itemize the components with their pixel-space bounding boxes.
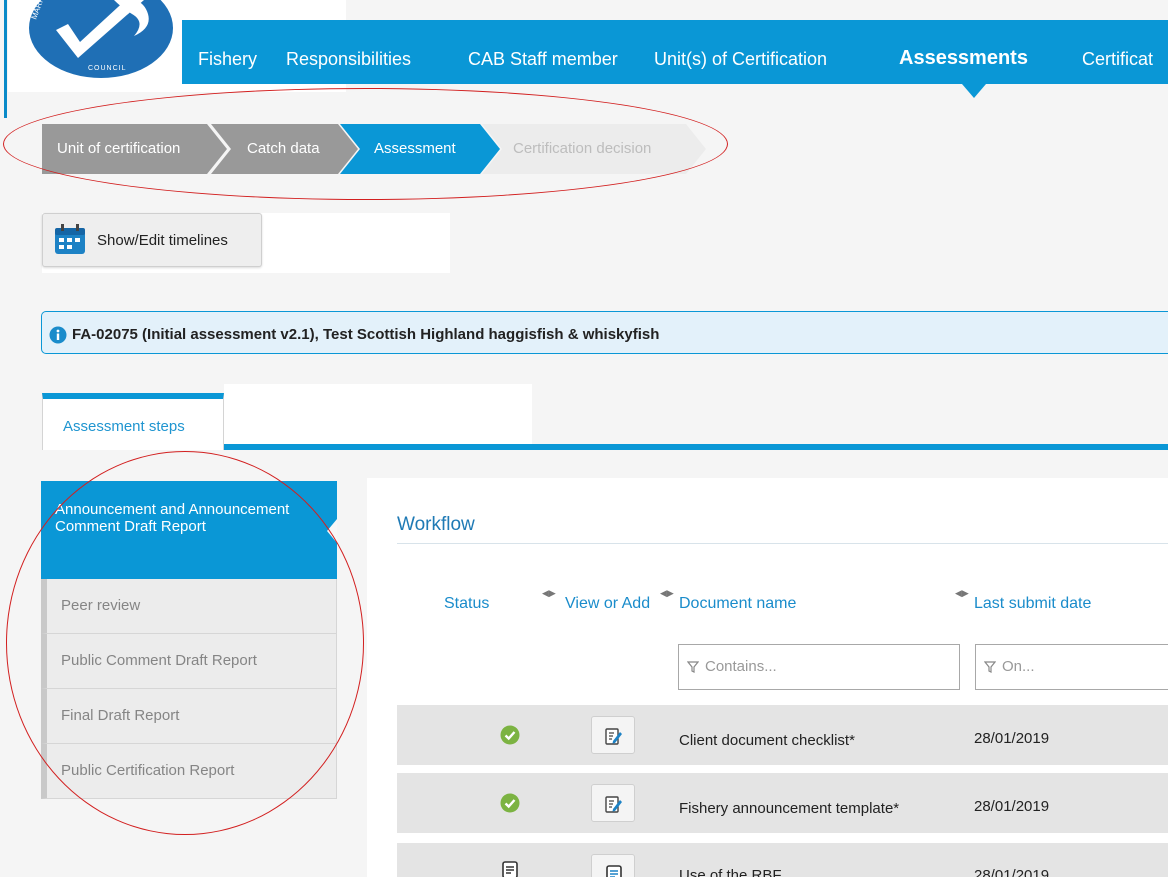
side-item-public-comment-draft-report[interactable]: Public Comment Draft Report — [41, 634, 337, 689]
column-header-status[interactable]: Status — [444, 595, 489, 613]
filter-icon — [686, 660, 700, 678]
nav-item-responsibilities[interactable]: Responsibilities — [286, 49, 411, 70]
calendar-icon — [53, 222, 87, 261]
submit-date-filter-input[interactable] — [1002, 658, 1168, 675]
workflow-divider — [397, 543, 1168, 544]
view-document-button[interactable] — [591, 854, 635, 877]
nav-item-assessments[interactable]: Assessments — [899, 47, 1028, 70]
document-icon — [606, 865, 622, 877]
timeline-card: Show/Edit timelines — [42, 213, 450, 273]
submit-date-filter[interactable] — [975, 644, 1168, 690]
active-nav-caret — [962, 84, 986, 98]
column-resize-icon[interactable]: ◀▶ — [955, 588, 969, 599]
assessment-steps-menu: Announcement and Announcement Comment Dr… — [41, 481, 337, 799]
column-header-view-or-add[interactable]: View or Add — [565, 595, 650, 613]
info-icon — [49, 326, 67, 349]
document-name: Use of the RBF — [679, 867, 782, 877]
nav-item-cab-staff-member[interactable]: CAB Staff member — [468, 49, 618, 70]
step-assessment[interactable]: Assessment — [340, 124, 500, 174]
column-resize-icon[interactable]: ◀▶ — [542, 588, 556, 599]
tabs-strip — [224, 384, 532, 444]
tab-assessment-steps[interactable]: Assessment steps — [42, 393, 224, 450]
document-name-filter[interactable] — [678, 644, 960, 690]
side-item-final-draft-report[interactable]: Final Draft Report — [41, 689, 337, 744]
submit-date: 28/01/2019 — [974, 798, 1050, 815]
show-edit-timelines-button[interactable]: Show/Edit timelines — [42, 213, 262, 267]
submit-date: 28/01/2019 — [974, 867, 1050, 877]
filter-icon — [983, 660, 997, 678]
document-name: Fishery announcement template* — [679, 800, 900, 817]
step-certification-decision[interactable]: Certification decision — [482, 124, 706, 174]
main-nav: Fishery Responsibilities CAB Staff membe… — [182, 20, 1168, 84]
svg-text:COUNCIL: COUNCIL — [88, 65, 127, 72]
nav-item-certificates[interactable]: Certificat — [1082, 49, 1153, 70]
left-accent-rule — [4, 0, 7, 118]
assessment-info-text: FA-02075 (Initial assessment v2.1), Test… — [72, 326, 660, 343]
edit-document-button[interactable] — [591, 784, 635, 822]
table-row[interactable]: Fishery announcement template* 28/01/201… — [397, 773, 1168, 833]
check-circle-icon — [500, 725, 520, 750]
nav-item-units-of-certification[interactable]: Unit(s) of Certification — [654, 49, 827, 70]
document-name: Client document checklist* — [679, 732, 855, 749]
submit-date: 28/01/2019 — [974, 730, 1050, 747]
side-item-public-certification-report[interactable]: Public Certification Report — [41, 744, 337, 799]
step-unit-of-certification[interactable]: Unit of certification — [42, 124, 227, 174]
step-catch-data[interactable]: Catch data — [211, 124, 358, 174]
edit-document-icon — [605, 728, 622, 745]
assessment-info-bar: FA-02075 (Initial assessment v2.1), Test… — [41, 311, 1168, 354]
column-header-last-submit-date[interactable]: Last submit date — [974, 595, 1091, 613]
active-item-arrow — [327, 519, 337, 543]
side-item-peer-review[interactable]: Peer review — [41, 579, 337, 634]
edit-document-button[interactable] — [591, 716, 635, 754]
side-item-announcement[interactable]: Announcement and Announcement Comment Dr… — [41, 481, 337, 579]
workflow-title: Workflow — [397, 514, 475, 535]
edit-document-icon — [605, 796, 622, 813]
column-header-document-name[interactable]: Document name — [679, 595, 796, 613]
msc-logo-icon: MARI COUNCIL — [29, 0, 173, 78]
nav-item-fishery[interactable]: Fishery — [198, 49, 257, 70]
table-row[interactable]: Client document checklist* 28/01/2019 — [397, 705, 1168, 765]
column-resize-icon[interactable]: ◀▶ — [660, 588, 674, 599]
show-edit-timelines-label: Show/Edit timelines — [97, 232, 228, 249]
document-name-filter-input[interactable] — [705, 658, 885, 675]
document-icon — [500, 860, 520, 877]
table-row[interactable]: Use of the RBF 28/01/2019 — [397, 843, 1168, 877]
check-circle-icon — [500, 793, 520, 818]
